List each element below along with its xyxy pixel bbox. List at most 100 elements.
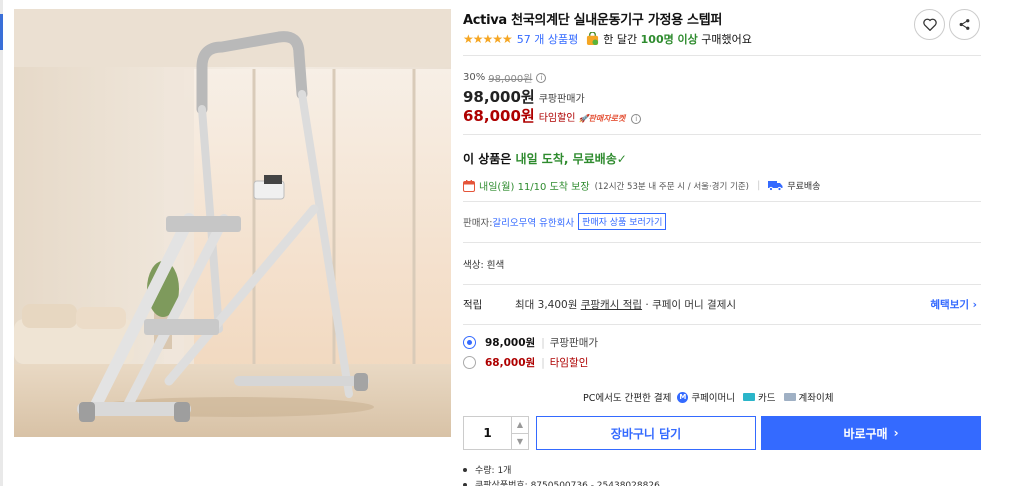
- wishlist-button[interactable]: [914, 9, 945, 40]
- price-option-regular[interactable]: 98,000원 | 쿠팡판매가: [463, 335, 598, 350]
- bank-transfer-icon: [783, 393, 796, 401]
- chevron-up-icon: ▲: [516, 420, 524, 430]
- coupay-money-icon: M: [677, 391, 689, 403]
- stepper-screen: [264, 175, 282, 184]
- divider-price: [463, 134, 981, 135]
- divider-color: [463, 284, 981, 285]
- delivery-headline-prefix: 이 상품은: [463, 152, 512, 166]
- bullet-dot: [463, 482, 467, 486]
- option-amount: 68,000원: [485, 357, 536, 369]
- discount-rate: 30%: [463, 72, 486, 83]
- ceiling-band: [14, 9, 451, 67]
- delivery-condition: (12시간 53분 내 주문 시 / 서울·경기 기준): [594, 181, 749, 192]
- shopping-bag-icon: [587, 32, 599, 46]
- sale-price-row: 68,000원 타임할인 🚀판매자로켓 i: [463, 105, 642, 126]
- share-icon: [959, 19, 970, 30]
- delivery-headline: 이 상품은 내일 도착, 무료배송✓: [463, 150, 627, 167]
- left-edge-marker: [0, 14, 3, 50]
- card-icon: [743, 393, 756, 401]
- quantity-increase-button[interactable]: ▲: [512, 417, 528, 434]
- payment-coupay-money: 쿠페이머니: [691, 393, 736, 404]
- radio-selected[interactable]: [463, 336, 476, 349]
- free-shipping-label: 무료배송: [787, 182, 821, 192]
- buy-now-label: 바로구매: [843, 426, 888, 441]
- seller-row: 판매자: 갈리오무역 유한회사 판매자 상품 보러가기: [463, 213, 667, 230]
- discount-row: 30% 98,000원 i: [463, 70, 547, 85]
- quantity-decrease-button[interactable]: ▼: [512, 434, 528, 450]
- product-image[interactable]: [14, 9, 451, 437]
- product-info-panel: Activa 천국의계단 실내운동기구 가정용 스텝퍼 ★★★★★ 57 개 상…: [463, 0, 981, 486]
- seller-name-link[interactable]: 갈리오무역 유한회사: [492, 215, 574, 229]
- stepper-foot-left: [79, 402, 95, 422]
- quantity-step-buttons: ▲ ▼: [512, 417, 528, 449]
- original-price: 98,000원: [488, 74, 533, 85]
- purchase-count-text: 한 달간 100명 이상 구매했어요: [603, 31, 752, 47]
- divider-delivery: [463, 201, 981, 202]
- buy-now-button[interactable]: 바로구매 ›: [761, 416, 981, 450]
- payment-bank-transfer: 계좌이체: [798, 393, 834, 404]
- sale-price-amount: 68,000원: [463, 107, 535, 125]
- option-separator: |: [541, 336, 545, 349]
- list-item: 쿠팡상품번호: 8750500736 - 25438028826: [463, 477, 660, 486]
- purchase-prefix: 한 달간: [603, 33, 638, 46]
- delivery-separator: |: [756, 180, 761, 191]
- stepper-foot-back: [354, 373, 368, 391]
- stepper-foot-right: [174, 402, 190, 422]
- calendar-icon: [463, 179, 475, 192]
- seller-label: 판매자:: [463, 217, 493, 229]
- star-rating: ★★★★★: [463, 32, 513, 46]
- divider-top: [463, 55, 981, 56]
- purchase-suffix: 구매했어요: [701, 33, 752, 46]
- benefits-link[interactable]: 혜택보기 ›: [930, 297, 977, 312]
- points-label: 적립: [463, 299, 483, 311]
- bullet-dot: [463, 467, 467, 472]
- delivery-date: 내일(월) 11/10 도착 보장: [479, 182, 590, 193]
- info-icon[interactable]: i: [536, 72, 547, 83]
- stepper-pedal-upper: [166, 216, 241, 232]
- option-tag: 쿠팡판매가: [549, 337, 599, 349]
- delivery-headline-highlight: 내일 도착, 무료배송: [515, 152, 617, 166]
- product-details-list: 수량: 1개 쿠팡상품번호: 8750500736 - 25438028826: [463, 462, 660, 486]
- payment-card: 카드: [758, 393, 776, 404]
- review-count-link[interactable]: 57 개 상품평: [517, 31, 578, 47]
- payment-methods-row: PC에서도 간편한 결제 M 쿠페이머니 카드 계좌이체: [583, 390, 833, 404]
- option-amount: 98,000원: [485, 337, 536, 349]
- add-to-cart-button[interactable]: 장바구니 담기: [536, 416, 756, 450]
- option-tag: 타임할인: [549, 357, 589, 369]
- option-separator: |: [541, 356, 545, 369]
- heart-icon: [922, 18, 937, 31]
- delivery-row: 내일(월) 11/10 도착 보장 (12시간 53분 내 주문 시 / 서울·…: [463, 178, 820, 193]
- price-option-timesale[interactable]: 68,000원 | 타임할인: [463, 355, 588, 370]
- stepper-pedal-lower: [144, 319, 219, 335]
- truck-icon: [768, 181, 783, 191]
- list-item: 수량: 1개: [463, 462, 660, 477]
- chevron-right-icon: ›: [893, 426, 899, 440]
- points-description: 최대 3,400원 쿠팡캐시 적립 · 쿠페이 머니 결제시: [515, 297, 736, 312]
- seller-products-button[interactable]: 판매자 상품 보러가기: [578, 213, 667, 230]
- check-icon: ✓: [616, 152, 627, 166]
- points-condition: · 쿠페이 머니 결제시: [645, 299, 737, 311]
- rating-row: ★★★★★ 57 개 상품평 한 달간 100명 이상 구매했어요: [463, 31, 752, 47]
- sale-price-tag: 타임할인: [538, 113, 576, 124]
- points-max: 최대 3,400원: [515, 299, 578, 311]
- chevron-down-icon: ▼: [516, 436, 524, 446]
- info-icon[interactable]: i: [631, 114, 642, 124]
- quantity-stepper[interactable]: 1 ▲ ▼: [463, 416, 529, 450]
- detail-quantity: 수량: 1개: [475, 466, 512, 476]
- seller-rocket-label: 판매자로켓: [588, 114, 626, 123]
- payment-label: PC에서도 간편한 결제: [583, 393, 672, 404]
- price-tag: 쿠팡판매가: [538, 94, 585, 105]
- quantity-input[interactable]: 1: [464, 417, 512, 449]
- price-amount: 98,000원: [463, 88, 535, 106]
- left-scroll-edge: [0, 0, 3, 486]
- radio-unselected[interactable]: [463, 356, 476, 369]
- color-option: 색상: 흰색: [463, 260, 505, 271]
- share-button[interactable]: [949, 9, 980, 40]
- product-title: Activa 천국의계단 실내운동기구 가정용 스텝퍼: [463, 13, 723, 28]
- coupang-cash-link[interactable]: 쿠팡캐시 적립: [581, 299, 642, 311]
- divider-seller: [463, 242, 981, 243]
- seller-rocket-badge: 🚀판매자로켓: [578, 114, 626, 123]
- price-row: 98,000원 쿠팡판매가: [463, 86, 585, 107]
- detail-product-number: 쿠팡상품번호: 8750500736 - 25438028826: [475, 481, 660, 486]
- purchase-highlight: 100명 이상: [640, 33, 698, 46]
